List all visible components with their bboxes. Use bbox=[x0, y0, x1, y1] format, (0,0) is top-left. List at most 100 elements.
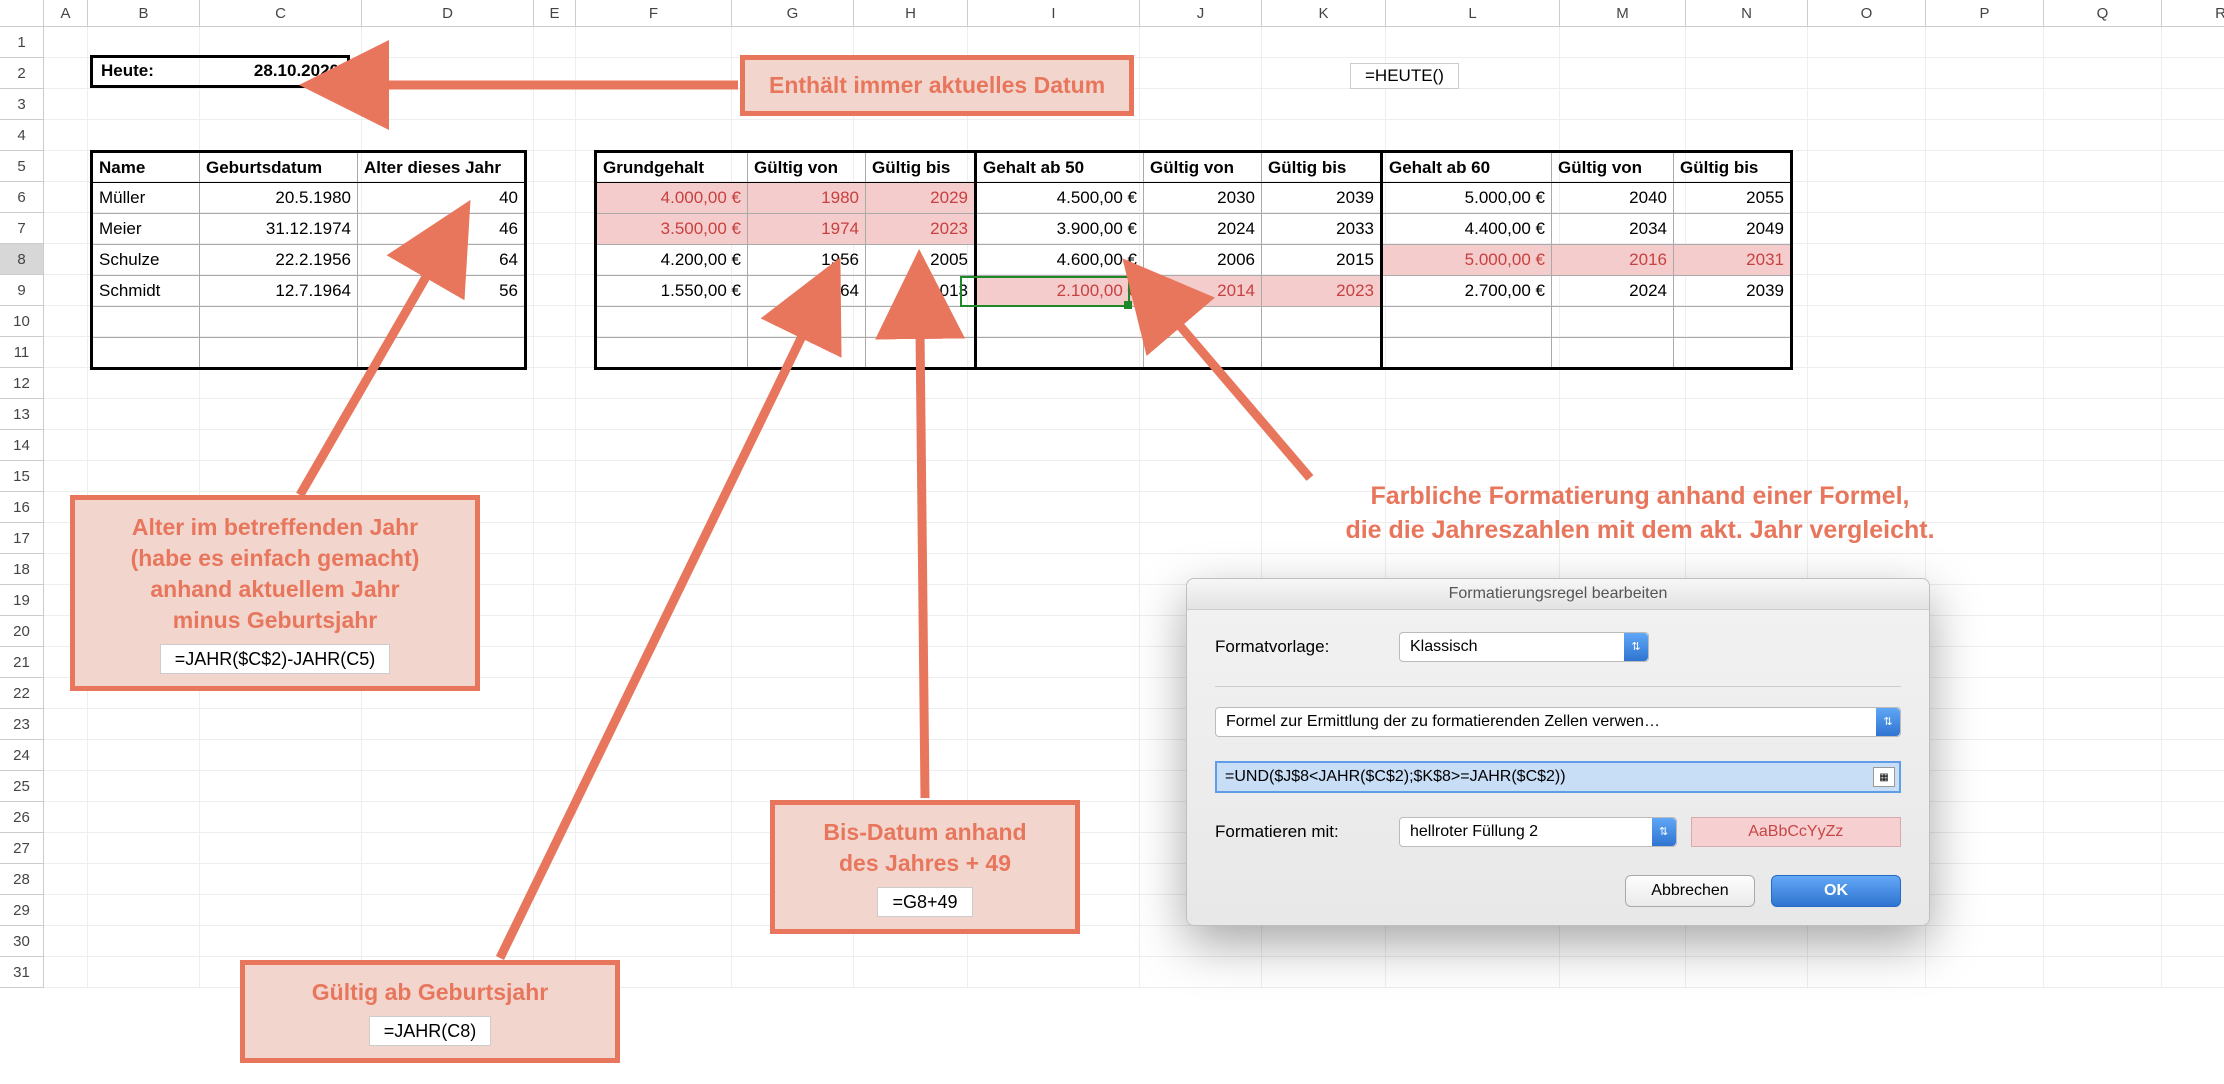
chevron-updown-icon: ⇅ bbox=[1652, 818, 1676, 846]
col-header-J[interactable]: J bbox=[1140, 0, 1262, 27]
dialog-title: Formatierungsregel bearbeiten bbox=[1187, 579, 1929, 610]
column-headers[interactable]: ABCDEFGHIJKLMNOPQR bbox=[0, 0, 2224, 27]
col-header-O[interactable]: O bbox=[1808, 0, 1926, 27]
th-6[interactable]: Gehalt ab 60 bbox=[1382, 152, 1552, 183]
col-header-Q[interactable]: Q bbox=[2044, 0, 2162, 27]
row-header-29[interactable]: 29 bbox=[0, 895, 44, 926]
row-headers[interactable]: 1234567891011121314151617181920212223242… bbox=[0, 27, 44, 988]
col-header-D[interactable]: D bbox=[362, 0, 534, 27]
row-header-30[interactable]: 30 bbox=[0, 926, 44, 957]
callout-age: Alter im betreffenden Jahr (habe es einf… bbox=[70, 495, 480, 691]
col-header-P[interactable]: P bbox=[1926, 0, 2044, 27]
formula-gbis: =G8+49 bbox=[877, 887, 972, 917]
th-1[interactable]: Gültig von bbox=[748, 152, 866, 183]
row-header-8[interactable]: 8 bbox=[0, 244, 44, 275]
row-header-1[interactable]: 1 bbox=[0, 27, 44, 58]
row-header-13[interactable]: 13 bbox=[0, 399, 44, 430]
format-preview: AaBbCcYyZz bbox=[1691, 817, 1901, 847]
formula-age: =JAHR($C$2)-JAHR(C5) bbox=[160, 644, 391, 674]
style-label: Formatvorlage: bbox=[1215, 637, 1385, 657]
col-header-R[interactable]: R bbox=[2162, 0, 2224, 27]
row-header-21[interactable]: 21 bbox=[0, 647, 44, 678]
row-header-25[interactable]: 25 bbox=[0, 771, 44, 802]
row-header-19[interactable]: 19 bbox=[0, 585, 44, 616]
row-header-11[interactable]: 11 bbox=[0, 337, 44, 368]
col-header-I[interactable]: I bbox=[968, 0, 1140, 27]
table-row: Müller20.5.198040 bbox=[92, 183, 526, 214]
col-header-F[interactable]: F bbox=[576, 0, 732, 27]
row-header-27[interactable]: 27 bbox=[0, 833, 44, 864]
rule-formula-input[interactable]: =UND($J$8<JAHR($C$2);$K$8>=JAHR($C$2)) ▦ bbox=[1215, 761, 1901, 793]
th-alter-dieses-jahr[interactable]: Alter dieses Jahr bbox=[358, 152, 526, 183]
col-header-M[interactable]: M bbox=[1560, 0, 1686, 27]
col-header-E[interactable]: E bbox=[534, 0, 576, 27]
rule-type-select[interactable]: Formel zur Ermittlung der zu formatieren… bbox=[1215, 707, 1901, 737]
row-header-22[interactable]: 22 bbox=[0, 678, 44, 709]
chevron-updown-icon: ⇅ bbox=[1876, 708, 1900, 736]
heute-value: 28.10.2020 bbox=[162, 58, 347, 85]
table-row: 1.550,00 €196420132.100,00 €201420232.70… bbox=[596, 276, 1792, 307]
row-header-5[interactable]: 5 bbox=[0, 151, 44, 182]
col-header-H[interactable]: H bbox=[854, 0, 968, 27]
col-header-C[interactable]: C bbox=[200, 0, 362, 27]
th-3[interactable]: Gehalt ab 50 bbox=[976, 152, 1144, 183]
row-header-20[interactable]: 20 bbox=[0, 616, 44, 647]
callout-gbis-text: Bis-Datum anhand des Jahres + 49 bbox=[793, 817, 1057, 879]
row-header-31[interactable]: 31 bbox=[0, 957, 44, 988]
ok-button[interactable]: OK bbox=[1771, 875, 1901, 907]
th-4[interactable]: Gültig von bbox=[1144, 152, 1262, 183]
salary-table[interactable]: GrundgehaltGültig vonGültig bisGehalt ab… bbox=[594, 150, 1793, 370]
format-with-select[interactable]: hellroter Füllung 2 ⇅ bbox=[1399, 817, 1677, 847]
th-7[interactable]: Gültig von bbox=[1552, 152, 1674, 183]
th-8[interactable]: Gültig bis bbox=[1674, 152, 1792, 183]
row-header-17[interactable]: 17 bbox=[0, 523, 44, 554]
table-row: 3.500,00 €197420233.900,00 €202420334.40… bbox=[596, 214, 1792, 245]
row-header-6[interactable]: 6 bbox=[0, 182, 44, 213]
col-header-G[interactable]: G bbox=[732, 0, 854, 27]
row-header-28[interactable]: 28 bbox=[0, 864, 44, 895]
row-header-24[interactable]: 24 bbox=[0, 740, 44, 771]
row-header-3[interactable]: 3 bbox=[0, 89, 44, 120]
row-header-12[interactable]: 12 bbox=[0, 368, 44, 399]
range-picker-icon[interactable]: ▦ bbox=[1873, 767, 1895, 787]
row-header-14[interactable]: 14 bbox=[0, 430, 44, 461]
table-row: Schmidt12.7.196456 bbox=[92, 276, 526, 307]
col-header-N[interactable]: N bbox=[1686, 0, 1808, 27]
table-row: 4.200,00 €195620054.600,00 €200620155.00… bbox=[596, 245, 1792, 276]
row-header-7[interactable]: 7 bbox=[0, 213, 44, 244]
callout-cond-text: Farbliche Formatierung anhand einer Form… bbox=[1345, 482, 1934, 544]
formula-heute: =HEUTE() bbox=[1350, 63, 1459, 89]
callout-gbis: Bis-Datum anhand des Jahres + 49 =G8+49 bbox=[770, 800, 1080, 934]
col-header-A[interactable]: A bbox=[44, 0, 88, 27]
callout-cond: Farbliche Formatierung anhand einer Form… bbox=[1230, 480, 2050, 548]
callout-heute-text: Enthält immer aktuelles Datum bbox=[769, 72, 1105, 98]
col-header-L[interactable]: L bbox=[1386, 0, 1560, 27]
th-5[interactable]: Gültig bis bbox=[1262, 152, 1382, 183]
row-header-2[interactable]: 2 bbox=[0, 58, 44, 89]
callout-gvon-text: Gültig ab Geburtsjahr bbox=[312, 979, 548, 1005]
th-0[interactable]: Grundgehalt bbox=[596, 152, 748, 183]
people-table[interactable]: NameGeburtsdatumAlter dieses Jahr Müller… bbox=[90, 150, 527, 370]
chevron-updown-icon: ⇅ bbox=[1624, 633, 1648, 661]
col-header-K[interactable]: K bbox=[1262, 0, 1386, 27]
format-with-label: Formatieren mit: bbox=[1215, 822, 1385, 842]
heute-label: Heute: bbox=[93, 58, 162, 85]
row-header-4[interactable]: 4 bbox=[0, 120, 44, 151]
th-geburtsdatum[interactable]: Geburtsdatum bbox=[200, 152, 358, 183]
th-2[interactable]: Gültig bis bbox=[866, 152, 976, 183]
cancel-button[interactable]: Abbrechen bbox=[1625, 875, 1755, 907]
row-header-23[interactable]: 23 bbox=[0, 709, 44, 740]
col-header-B[interactable]: B bbox=[88, 0, 200, 27]
row-header-26[interactable]: 26 bbox=[0, 802, 44, 833]
style-select[interactable]: Klassisch ⇅ bbox=[1399, 632, 1649, 662]
callout-age-text: Alter im betreffenden Jahr (habe es einf… bbox=[93, 512, 457, 636]
th-name[interactable]: Name bbox=[92, 152, 200, 183]
row-header-9[interactable]: 9 bbox=[0, 275, 44, 306]
heute-box: Heute: 28.10.2020 bbox=[90, 55, 350, 88]
callout-heute: Enthält immer aktuelles Datum bbox=[740, 55, 1134, 116]
row-header-16[interactable]: 16 bbox=[0, 492, 44, 523]
row-header-10[interactable]: 10 bbox=[0, 306, 44, 337]
table-row: Meier31.12.197446 bbox=[92, 214, 526, 245]
row-header-15[interactable]: 15 bbox=[0, 461, 44, 492]
row-header-18[interactable]: 18 bbox=[0, 554, 44, 585]
